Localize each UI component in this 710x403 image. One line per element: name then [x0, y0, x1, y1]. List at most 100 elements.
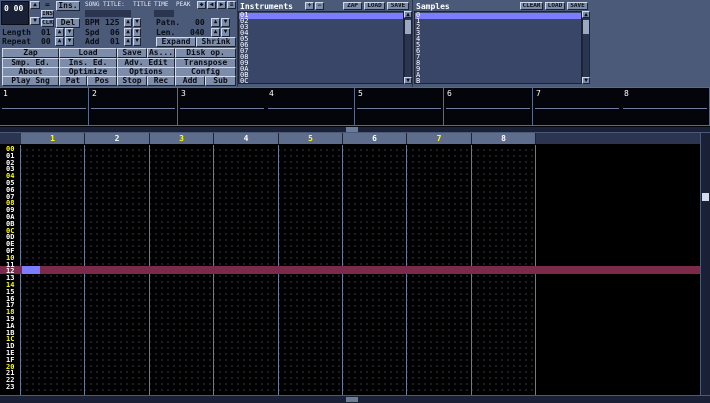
bpm-up-button[interactable]: ▲ — [124, 18, 132, 27]
channel-header[interactable]: 4 — [214, 133, 279, 144]
channel-header[interactable]: 8 — [472, 133, 536, 144]
scope-waveform — [446, 108, 530, 109]
channel-header[interactable]: 5 — [279, 133, 343, 144]
add-down-button[interactable]: ▼ — [133, 37, 141, 46]
sample-save-button[interactable]: SAVE — [567, 2, 588, 10]
bpm-down-button[interactable]: ▼ — [133, 18, 141, 27]
channel-scope[interactable]: 7 — [533, 88, 622, 126]
save-as-button[interactable]: As... — [147, 48, 175, 58]
del-button[interactable]: Del — [56, 18, 80, 28]
song-title-field[interactable] — [85, 10, 131, 17]
instrument-scroll-up-icon[interactable]: ▲ — [404, 11, 412, 18]
row-number: 1A — [6, 321, 15, 330]
row-number: 23 — [6, 383, 15, 391]
channel-scope[interactable]: 5 — [355, 88, 444, 126]
patn-label: Patn. — [156, 18, 181, 27]
spd-up-button[interactable]: ▲ — [124, 28, 132, 37]
channel-header[interactable]: 6 — [343, 133, 407, 144]
bottom-scroll-thumb[interactable] — [346, 397, 358, 402]
instrument-scroll-down-icon[interactable]: ▼ — [404, 77, 412, 84]
instrument-list[interactable] — [238, 11, 404, 84]
edit-cursor — [22, 266, 40, 274]
len-up-button[interactable]: ▲ — [211, 28, 220, 37]
position-up-button[interactable]: ▲ — [30, 1, 40, 9]
add-up-button[interactable]: ▲ — [124, 37, 132, 46]
disk-op-button[interactable]: Disk op. — [175, 48, 236, 58]
expand-button[interactable]: Expand — [156, 37, 196, 47]
sub-pattern-button[interactable]: Sub — [205, 76, 236, 86]
horizontal-scroll-thumb[interactable] — [346, 127, 358, 132]
play-pattern-button[interactable]: Pat — [59, 76, 87, 86]
repeat-down-button[interactable]: ▼ — [65, 37, 74, 46]
record-button[interactable]: Rec — [147, 76, 175, 86]
channel-header[interactable]: 2 — [85, 133, 150, 144]
stop-button[interactable]: Stop — [117, 76, 147, 86]
instrument-save-button[interactable]: SAVE — [387, 2, 409, 10]
pattern-scroll-thumb[interactable] — [702, 193, 709, 201]
patn-down-button[interactable]: ▼ — [221, 18, 230, 27]
zap-button[interactable]: Zap — [2, 48, 59, 58]
instrument-number[interactable]: 0C — [240, 78, 248, 85]
arrow-right-icon[interactable]: ▶ — [217, 1, 226, 9]
load-button[interactable]: Load — [59, 48, 117, 58]
sample-scroll-down-icon[interactable]: ▼ — [582, 77, 590, 84]
instrument-scrollbar[interactable] — [404, 11, 412, 84]
length-value: 01 — [41, 28, 51, 37]
row-number: 01 — [6, 151, 15, 160]
channel-scope[interactable]: 1 — [0, 88, 89, 126]
sample-list[interactable] — [414, 11, 582, 84]
channel-header[interactable]: 3 — [150, 133, 214, 144]
song-position-value: 0 00 — [4, 4, 24, 13]
play-song-button[interactable]: Play Sng — [2, 76, 59, 86]
sample-scrollbar[interactable] — [582, 11, 590, 84]
channel-scope[interactable]: 4 — [266, 88, 355, 126]
add-value: 01 — [110, 37, 120, 46]
length-up-button[interactable]: ▲ — [55, 28, 64, 37]
arrow-left-icon[interactable]: ◀ — [207, 1, 216, 9]
instrument-minus-button[interactable]: − — [315, 2, 324, 10]
bpm-value: 125 — [105, 18, 120, 27]
menu-icon[interactable]: ≡ — [227, 1, 236, 9]
len-value: 040 — [190, 28, 205, 37]
scope-waveform — [2, 108, 86, 109]
scope-channel-number: 6 — [447, 89, 452, 98]
logo-icon: ◆ — [197, 1, 206, 9]
repeat-up-button[interactable]: ▲ — [55, 37, 64, 46]
play-position-button[interactable]: Pos — [87, 76, 117, 86]
sample-clear-button[interactable]: CLEAR — [520, 2, 543, 10]
clr-small-button[interactable]: CLR — [41, 19, 54, 27]
instrument-plus-button[interactable]: + — [305, 2, 314, 10]
len-down-button[interactable]: ▼ — [221, 28, 230, 37]
instrument-load-button[interactable]: LOAD — [364, 2, 385, 10]
sample-scroll-up-icon[interactable]: ▲ — [582, 11, 590, 18]
channel-scope[interactable]: 6 — [444, 88, 533, 126]
time-field — [154, 10, 174, 17]
channel-scope[interactable]: 8 — [621, 88, 710, 126]
row-number: 1F — [6, 355, 15, 364]
pattern-bottom-scrollbar[interactable] — [0, 395, 710, 403]
sample-load-button[interactable]: LOAD — [545, 2, 565, 10]
sample-list-selection — [415, 13, 581, 19]
sample-scroll-thumb[interactable] — [583, 20, 589, 34]
save-button[interactable]: Save — [117, 48, 147, 58]
pattern-vertical-scrollbar[interactable] — [700, 133, 710, 395]
peak-label: PEAK — [176, 1, 191, 8]
length-down-button[interactable]: ▼ — [65, 28, 74, 37]
instrument-scroll-thumb[interactable] — [405, 20, 411, 34]
channel-scope[interactable]: 3 — [178, 88, 267, 126]
ins-small-button[interactable]: INS — [41, 10, 54, 18]
shrink-button[interactable]: Shrink — [196, 37, 236, 47]
position-down-button[interactable]: ▼ — [30, 17, 40, 25]
channel-header[interactable]: 7 — [407, 133, 472, 144]
channel-scope[interactable]: 2 — [89, 88, 178, 126]
add-pattern-button[interactable]: Add — [175, 76, 205, 86]
patn-up-button[interactable]: ▲ — [211, 18, 220, 27]
scope-waveform — [91, 108, 175, 109]
instrument-zap-button[interactable]: ZAP — [343, 2, 362, 10]
ins-button[interactable]: Ins. — [56, 1, 80, 11]
channel-header[interactable]: 1 — [21, 133, 85, 144]
song-position-display: 0 00 — [1, 1, 29, 25]
scope-channel-number: 4 — [269, 89, 274, 98]
spd-down-button[interactable]: ▼ — [133, 28, 141, 37]
sample-number[interactable]: B — [416, 78, 420, 85]
